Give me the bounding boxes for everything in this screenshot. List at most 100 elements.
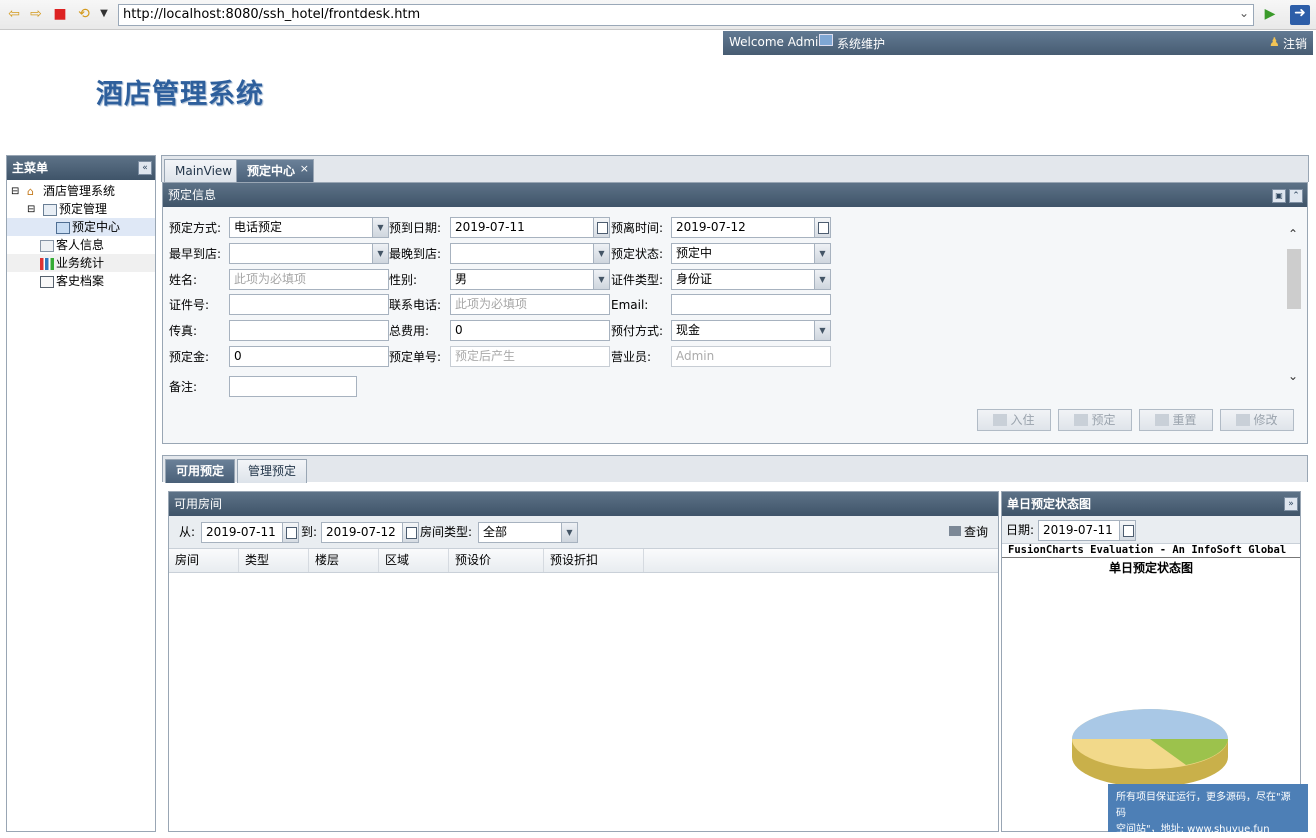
reserve-button[interactable]: 预定 bbox=[1058, 409, 1132, 431]
chevron-down-icon[interactable]: ▼ bbox=[814, 243, 831, 264]
stop-icon[interactable]: ■ bbox=[52, 6, 68, 22]
chevron-down-icon[interactable]: ▼ bbox=[372, 243, 389, 264]
vertical-scrollbar[interactable]: ⌃ ⌄ bbox=[1285, 223, 1303, 395]
panel-collapse-icon[interactable]: ⌃ bbox=[1289, 189, 1303, 203]
fax-input[interactable] bbox=[229, 320, 389, 341]
sidebar-item-hotel-system[interactable]: ⊟ ⌂ 酒店管理系统 bbox=[11, 182, 115, 200]
panel-restore-icon[interactable]: ▣ bbox=[1272, 189, 1286, 203]
sidebar-title: 主菜单 bbox=[12, 161, 49, 175]
document-icon bbox=[40, 275, 54, 288]
calendar-icon[interactable] bbox=[593, 217, 610, 238]
tree-collapse-icon[interactable]: ⊟ bbox=[11, 186, 25, 198]
room-type-value: 全部 bbox=[483, 525, 508, 539]
calendar-icon[interactable] bbox=[402, 522, 419, 543]
logout-link[interactable]: 注销 bbox=[1283, 35, 1307, 52]
notice-line2: 空间站"，地址: www.shuyue.fun bbox=[1116, 824, 1270, 835]
address-bar[interactable]: http://localhost:8080/ssh_hotel/frontdes… bbox=[118, 4, 1254, 26]
go-icon[interactable]: ▶ bbox=[1262, 6, 1278, 22]
chart-evaluation-banner: FusionCharts Evaluation - An InfoSoft Gl… bbox=[1002, 544, 1300, 558]
scroll-up-icon[interactable]: ⌃ bbox=[1288, 227, 1298, 241]
scroll-thumb[interactable] bbox=[1287, 249, 1301, 309]
system-maintenance-link[interactable]: 系统维护 bbox=[837, 35, 885, 52]
sidebar-item-booking-center[interactable]: 预定中心 bbox=[7, 218, 155, 236]
app-title: 酒店管理系统 bbox=[96, 79, 264, 110]
remark-input[interactable] bbox=[229, 376, 357, 397]
idtype-select[interactable]: 身份证 ▼ bbox=[671, 269, 831, 290]
checkin-button[interactable]: 入住 bbox=[977, 409, 1051, 431]
chevron-down-icon[interactable]: ▼ bbox=[561, 522, 578, 543]
depart-date-field[interactable]: 2019-07-12 bbox=[671, 217, 831, 238]
gender-select[interactable]: 男 ▼ bbox=[450, 269, 610, 290]
calendar-icon[interactable] bbox=[282, 522, 299, 543]
calendar-icon[interactable] bbox=[814, 217, 831, 238]
earliest-select[interactable]: ▼ bbox=[229, 243, 389, 264]
rooms-toolbar: 从: 2019-07-11 到: 2019-07-12 房间类型: 全部 ▼ 查询 bbox=[169, 516, 998, 549]
idno-label: 证件号: bbox=[169, 298, 210, 312]
total-value: 0 bbox=[455, 323, 463, 337]
idno-input[interactable] bbox=[229, 294, 389, 315]
refresh-icon[interactable]: ⟲ bbox=[76, 6, 92, 22]
tab-available-bookings[interactable]: 可用预定 bbox=[165, 459, 236, 483]
email-input[interactable] bbox=[671, 294, 831, 315]
sidebar-item-booking-mgmt[interactable]: ⊟ 预定管理 bbox=[27, 200, 107, 218]
scroll-down-icon[interactable]: ⌄ bbox=[1288, 369, 1298, 383]
sidebar-item-guest-info[interactable]: 客人信息 bbox=[40, 236, 104, 254]
clerk-value: Admin bbox=[676, 349, 715, 363]
paymethod-value: 现金 bbox=[676, 323, 701, 337]
tree-collapse-icon[interactable]: ⊟ bbox=[27, 204, 41, 216]
deposit-input[interactable]: 0 bbox=[229, 346, 389, 367]
arrival-date-field[interactable]: 2019-07-11 bbox=[450, 217, 610, 238]
status-select[interactable]: 预定中 ▼ bbox=[671, 243, 831, 264]
column-header-area[interactable]: 区域 bbox=[379, 549, 449, 572]
paymethod-select[interactable]: 现金 ▼ bbox=[671, 320, 831, 341]
lower-tab-strip: 可用预定 管理预定 bbox=[162, 455, 1308, 483]
clerk-label: 营业员: bbox=[611, 350, 652, 364]
phone-input[interactable]: 此项为必填项 bbox=[450, 294, 610, 315]
forward-icon[interactable]: ⇨ bbox=[28, 6, 44, 22]
status-date-field[interactable]: 2019-07-11 bbox=[1038, 520, 1136, 541]
day-status-title: 单日预定状态图 bbox=[1007, 497, 1092, 511]
chevron-down-icon[interactable]: ▼ bbox=[814, 269, 831, 290]
query-button[interactable]: 查询 bbox=[949, 522, 988, 542]
column-header-discount[interactable]: 预设折扣 bbox=[544, 549, 644, 572]
notice-line1: 所有项目保证运行，更多源码，尽在"源码 bbox=[1116, 792, 1291, 819]
idtype-label: 证件类型: bbox=[611, 273, 664, 287]
sidebar-collapse-icon[interactable]: « bbox=[138, 161, 152, 175]
reset-button[interactable]: 重置 bbox=[1139, 409, 1213, 431]
column-header-floor[interactable]: 楼层 bbox=[309, 549, 379, 572]
sidebar-item-statistics[interactable]: 业务统计 bbox=[7, 254, 155, 272]
query-label: 查询 bbox=[964, 525, 989, 539]
total-label: 总费用: bbox=[389, 324, 430, 338]
room-type-select[interactable]: 全部 ▼ bbox=[478, 522, 578, 543]
calendar-icon[interactable] bbox=[1119, 520, 1136, 541]
booking-info-header: 预定信息 bbox=[163, 183, 1307, 207]
close-icon[interactable]: × bbox=[300, 158, 309, 180]
panel-expand-icon[interactable]: » bbox=[1284, 497, 1298, 511]
printer-icon bbox=[949, 526, 961, 536]
modify-button[interactable]: 修改 bbox=[1220, 409, 1294, 431]
tab-mainview[interactable]: MainView bbox=[164, 159, 244, 183]
back-icon[interactable]: ⇦ bbox=[6, 6, 22, 22]
address-dropdown-icon[interactable]: ⌄ bbox=[1239, 6, 1249, 20]
latest-select[interactable]: ▼ bbox=[450, 243, 610, 264]
sidebar-item-guest-history[interactable]: 客史档案 bbox=[40, 272, 104, 290]
chevron-down-icon[interactable]: ▼ bbox=[814, 320, 831, 341]
latest-label: 最晚到店: bbox=[389, 247, 442, 261]
tab-manage-bookings[interactable]: 管理预定 bbox=[237, 459, 308, 483]
booking-info-panel: 预定信息 ▣ ⌃ 预定方式: 电话预定 ▼ 预到日期: 2019-07-11 预离… bbox=[162, 182, 1308, 444]
name-input[interactable]: 此项为必填项 bbox=[229, 269, 389, 290]
method-select[interactable]: 电话预定 ▼ bbox=[229, 217, 389, 238]
exit-icon[interactable]: ➜ bbox=[1290, 5, 1310, 25]
tab-booking-center[interactable]: 预定中心 × bbox=[236, 158, 315, 183]
chevron-down-icon[interactable]: ▼ bbox=[593, 269, 610, 290]
chevron-down-icon[interactable]: ▼ bbox=[593, 243, 610, 264]
to-date-field[interactable]: 2019-07-12 bbox=[321, 522, 419, 543]
chevron-down-icon[interactable]: ▼ bbox=[372, 217, 389, 238]
history-dropdown-icon[interactable]: ▼ bbox=[96, 6, 112, 22]
sidebar-item-label: 业务统计 bbox=[56, 256, 105, 270]
column-header-room[interactable]: 房间 bbox=[169, 549, 239, 572]
total-input[interactable]: 0 bbox=[450, 320, 610, 341]
column-header-price[interactable]: 预设价 bbox=[449, 549, 544, 572]
from-date-field[interactable]: 2019-07-11 bbox=[201, 522, 299, 543]
column-header-type[interactable]: 类型 bbox=[239, 549, 309, 572]
